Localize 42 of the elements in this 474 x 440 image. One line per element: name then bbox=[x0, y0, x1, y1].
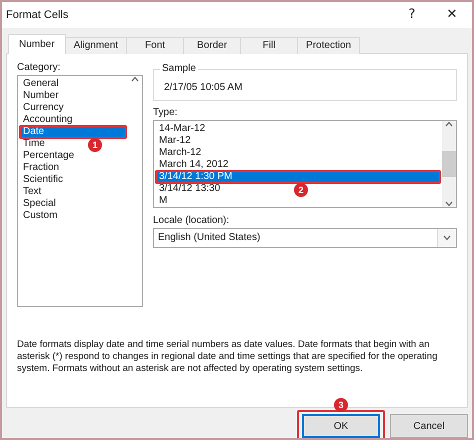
list-item[interactable]: 14-Mar-12 bbox=[155, 122, 210, 135]
list-item[interactable]: March 14, 2012 bbox=[155, 158, 232, 171]
scroll-up-icon[interactable] bbox=[445, 120, 453, 127]
chevron-down-icon[interactable] bbox=[443, 234, 451, 241]
window-title: Format Cells bbox=[6, 8, 70, 21]
scrollbar-thumb[interactable] bbox=[442, 150, 456, 177]
tab[interactable]: Fill bbox=[240, 36, 298, 54]
list-item[interactable]: General bbox=[19, 78, 63, 90]
type-label: Type: bbox=[153, 106, 178, 118]
locale-dropdown[interactable]: English (United States) bbox=[153, 228, 457, 248]
help-button[interactable]: ? bbox=[392, 2, 432, 27]
sample-value: 2/17/05 10:05 AM bbox=[164, 82, 242, 94]
list-item[interactable]: Special bbox=[19, 198, 60, 210]
list-item[interactable]: Text bbox=[19, 186, 46, 198]
step-badge: 2 bbox=[294, 182, 308, 197]
list-item[interactable]: Number bbox=[19, 90, 63, 102]
list-item[interactable]: Fraction bbox=[19, 162, 64, 174]
tab[interactable]: Border bbox=[183, 36, 242, 54]
list-item[interactable]: March-12 bbox=[155, 146, 206, 159]
cancel-button[interactable]: Cancel bbox=[390, 414, 468, 438]
list-item[interactable]: Mar-12 bbox=[155, 134, 195, 147]
tab[interactable]: Protection bbox=[297, 36, 360, 54]
list-item[interactable]: Time bbox=[19, 138, 49, 150]
list-item[interactable]: M bbox=[155, 194, 172, 207]
scroll-down-icon[interactable] bbox=[445, 200, 453, 207]
list-item[interactable]: Percentage bbox=[19, 150, 78, 162]
ok-button[interactable]: OK bbox=[302, 414, 380, 438]
tab[interactable]: Number bbox=[8, 34, 66, 54]
scroll-up-icon[interactable] bbox=[131, 76, 139, 82]
tab[interactable]: Alignment bbox=[64, 36, 128, 54]
list-item[interactable]: Accounting bbox=[19, 114, 76, 126]
category-label: Category: bbox=[17, 62, 62, 73]
list-item[interactable]: 3/14/12 13:30 bbox=[155, 182, 224, 195]
list-item[interactable]: Custom bbox=[19, 210, 62, 222]
tab[interactable]: Font bbox=[126, 36, 184, 54]
list-item[interactable]: Scientific bbox=[19, 174, 68, 186]
locale-label: Locale (location): bbox=[153, 214, 230, 226]
sample-label: Sample bbox=[160, 62, 198, 74]
description-text: Date formats display date and time serial numbers as date values. Date formats that begin with an asterisk (*) respond to changes in regional date and time settings that are specified for the operating system. Formats without an asterisk are not affected by operating system settings. bbox=[17, 339, 438, 375]
step-badge: 1 bbox=[88, 138, 102, 152]
list-item[interactable]: Currency bbox=[19, 102, 68, 114]
close-button[interactable]: ✕ bbox=[432, 2, 472, 27]
